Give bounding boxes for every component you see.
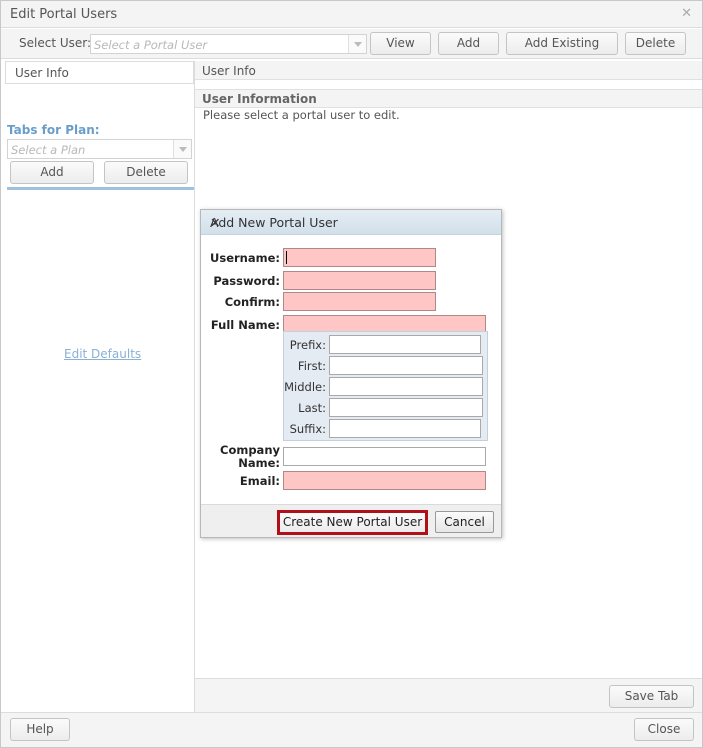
tab-user-info-left[interactable]: User Info (5, 61, 194, 83)
select-user-combo[interactable]: Select a Portal User (90, 34, 367, 54)
full-name-label: Full Name: (210, 318, 280, 332)
tab-label: User Info (15, 66, 69, 80)
view-button[interactable]: View (370, 32, 431, 55)
edit-defaults-link[interactable]: Edit Defaults (64, 347, 141, 361)
dialog-footer: Create New Portal User Cancel (201, 504, 501, 537)
tab-label: User Info (202, 64, 256, 78)
confirm-label: Confirm: (224, 295, 280, 309)
add-button[interactable]: Add (438, 32, 499, 55)
cancel-button[interactable]: Cancel (435, 511, 494, 533)
close-button[interactable]: Close (634, 718, 694, 741)
window-footer: Help Close (1, 712, 702, 747)
tabs-for-plan-label: Tabs for Plan: (7, 123, 100, 137)
company-label-line1: Company (220, 443, 280, 457)
company-name-field[interactable] (283, 447, 486, 466)
tab-user-info-right[interactable]: User Info (195, 61, 702, 80)
confirm-password-field[interactable] (283, 292, 436, 311)
select-plan-combo[interactable]: Select a Plan (7, 139, 192, 159)
add-plan-tab-button[interactable]: Add (10, 161, 94, 184)
left-panel: User Info Tabs for Plan: Select a Plan A… (5, 61, 195, 711)
section-header: User Information (195, 89, 702, 108)
middle-name-field[interactable] (329, 377, 483, 396)
email-label: Email: (239, 474, 280, 488)
username-field[interactable] (283, 248, 436, 267)
toolbar: Select User: Select a Portal User View A… (1, 29, 702, 59)
company-label-line2: Name: (238, 456, 280, 470)
first-name-label: First: (297, 359, 326, 373)
last-name-label: Last: (298, 401, 326, 415)
create-new-portal-user-button[interactable]: Create New Portal User (277, 510, 428, 535)
close-icon[interactable]: ✕ (210, 215, 491, 230)
dropdown-arrow-icon[interactable] (173, 140, 191, 158)
empty-state-message: Please select a portal user to edit. (203, 108, 400, 122)
add-existing-button[interactable]: Add Existing (506, 32, 618, 55)
email-field[interactable] (283, 471, 486, 490)
right-bottom-bar: Save Tab (195, 678, 702, 712)
dropdown-arrow-icon[interactable] (348, 35, 366, 53)
password-field[interactable] (283, 271, 436, 290)
prefix-field[interactable] (329, 335, 481, 354)
plan-divider (7, 187, 194, 190)
window-titlebar: Edit Portal Users ✕ (1, 1, 702, 28)
username-label: Username: (210, 251, 280, 265)
delete-button[interactable]: Delete (625, 32, 686, 55)
select-user-placeholder: Select a Portal User (94, 38, 208, 52)
dialog-titlebar: Add New Portal User ✕ (201, 210, 501, 235)
text-caret (286, 251, 287, 264)
suffix-field[interactable] (329, 419, 481, 438)
suffix-label: Suffix: (289, 422, 326, 436)
name-parts-box: Prefix: First: Middle: Last: Suffix: (283, 331, 488, 441)
middle-name-label: Middle: (284, 380, 326, 394)
window-title: Edit Portal Users (10, 7, 118, 22)
delete-plan-tab-button[interactable]: Delete (104, 161, 188, 184)
add-portal-user-dialog: Add New Portal User ✕ Username: Password… (200, 209, 502, 538)
company-name-label: Company Name: (207, 444, 280, 470)
save-tab-button[interactable]: Save Tab (609, 685, 694, 708)
first-name-field[interactable] (329, 356, 483, 375)
password-label: Password: (213, 274, 280, 288)
close-icon[interactable]: ✕ (681, 6, 692, 21)
tab-divider (5, 83, 195, 84)
select-user-label: Select User: (19, 36, 92, 50)
prefix-label: Prefix: (289, 338, 326, 352)
help-button[interactable]: Help (10, 718, 70, 741)
select-plan-placeholder: Select a Plan (11, 143, 86, 157)
section-title: User Information (202, 92, 317, 106)
last-name-field[interactable] (329, 398, 483, 417)
